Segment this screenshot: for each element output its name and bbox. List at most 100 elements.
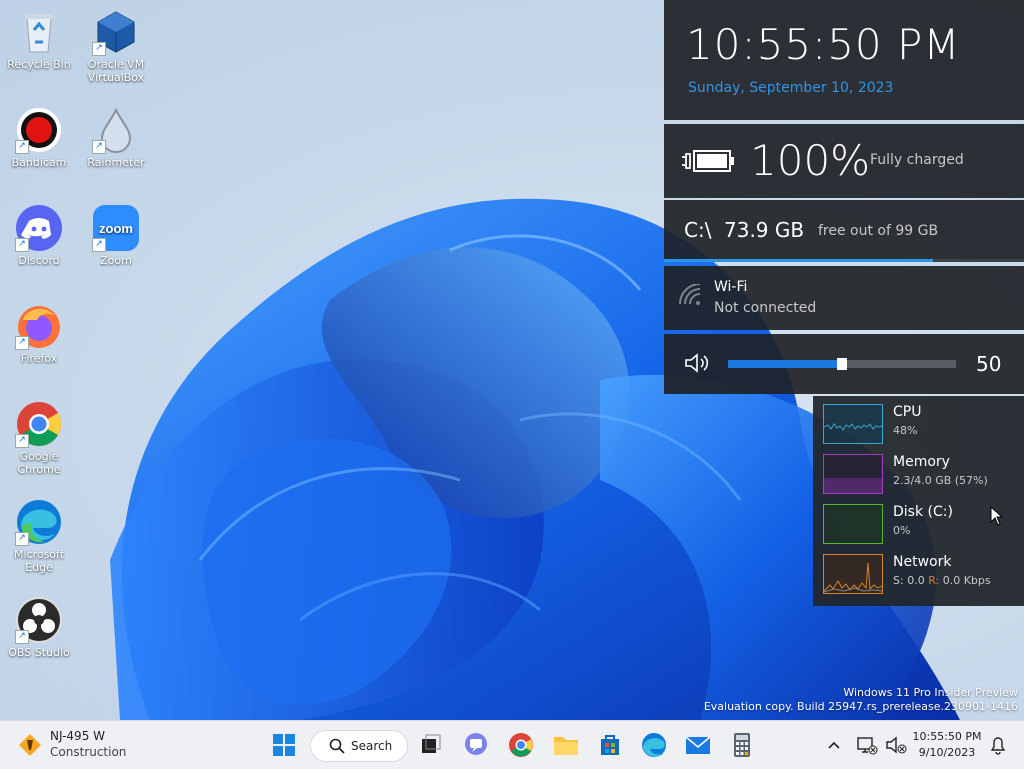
network-label: Network — [893, 554, 952, 570]
volume-tray-button[interactable] — [880, 729, 912, 761]
windows-watermark: Windows 11 Pro Insider Preview Evaluatio… — [704, 686, 1018, 714]
weather-widget[interactable]: NJ-495 W Construction — [18, 729, 158, 761]
disk-drive-label: C:\ — [684, 218, 712, 242]
disk-widget: C:\ 73.9 GB free out of 99 GB — [664, 200, 1024, 262]
disk-usage-bar — [664, 259, 1024, 262]
mouse-cursor-icon — [990, 506, 1004, 526]
network-recv-label: R: — [928, 574, 940, 587]
memory-label: Memory — [893, 454, 950, 470]
bandicam-icon: ↗ — [15, 106, 63, 154]
desktop-icon-rainmeter[interactable]: ↗ Rainmeter — [77, 106, 155, 169]
taskbar: NJ-495 W Construction Search 10:55:50 PM… — [0, 720, 1024, 769]
bell-icon — [990, 737, 1006, 755]
disk-total-text: free out of 99 GB — [818, 223, 939, 239]
discord-icon: ↗ — [15, 204, 63, 252]
shortcut-arrow-icon: ↗ — [15, 140, 29, 154]
mail-button[interactable] — [682, 729, 714, 761]
battery-status: Fully charged — [870, 152, 964, 168]
system-item-network[interactable]: Network S: 0.0 R: 0.0 Kbps — [823, 554, 1023, 600]
speaker-muted-icon — [886, 736, 907, 754]
desktop-icon-virtualbox[interactable]: ↗ Oracle VM VirtualBox — [77, 8, 155, 84]
desktop-icon-label: Discord — [18, 254, 60, 267]
shortcut-arrow-icon: ↗ — [92, 42, 106, 56]
search-label: Search — [351, 739, 393, 753]
desktop-icon-bandicam[interactable]: ↗ Bandicam — [0, 106, 78, 169]
clock-date: Sunday, September 10, 2023 — [688, 80, 894, 96]
disk-free-space: 73.9 GB — [724, 218, 805, 242]
desktop-icon-label: Rainmeter — [87, 156, 145, 169]
edge-icon: ↗ — [15, 498, 63, 546]
volume-slider-thumb[interactable] — [837, 358, 847, 370]
system-item-cpu[interactable]: CPU 48% — [823, 404, 1023, 450]
shortcut-arrow-icon: ↗ — [15, 336, 29, 350]
desktop-icon-edge[interactable]: ↗ Microsoft Edge — [0, 498, 78, 574]
shortcut-arrow-icon: ↗ — [15, 434, 29, 448]
desktop-icon-label: OBS Studio — [8, 646, 70, 659]
store-icon — [601, 735, 619, 755]
calculator-button[interactable] — [726, 729, 758, 761]
microsoft-store-button[interactable] — [594, 729, 626, 761]
cpu-value: 48% — [893, 424, 918, 437]
taskbar-search[interactable]: Search — [310, 730, 408, 762]
weather-title: NJ-495 W — [50, 729, 106, 743]
taskbar-chrome-button[interactable] — [505, 729, 537, 761]
wifi-icon — [679, 284, 701, 305]
network-send-label: S: — [893, 574, 904, 587]
speaker-icon[interactable] — [684, 352, 712, 374]
volume-widget: 50 — [664, 334, 1024, 394]
start-button[interactable] — [268, 729, 300, 761]
system-item-memory[interactable]: Memory 2.3/4.0 GB (57%) — [823, 454, 1023, 500]
teams-chat-button[interactable] — [460, 729, 492, 761]
disk-graph — [823, 504, 883, 544]
system-monitor-widget: CPU 48% Memory 2.3/4.0 GB (57%) Disk (C:… — [813, 396, 1024, 606]
rainmeter-drop-icon: ↗ — [92, 106, 140, 154]
desktop-icon-chrome[interactable]: ↗ Google Chrome — [0, 400, 78, 476]
traffic-warning-icon — [19, 734, 41, 756]
desktop-icon-firefox[interactable]: ↗ Firefox — [0, 302, 78, 365]
taskbar-clock-time[interactable]: 10:55:50 PM — [912, 730, 982, 743]
desktop-icon-recycle-bin[interactable]: Recycle Bin — [0, 8, 78, 71]
desktop-icon-label: Firefox — [20, 352, 58, 365]
shortcut-arrow-icon: ↗ — [15, 532, 29, 546]
file-explorer-button[interactable] — [550, 729, 582, 761]
taskbar-clock-date[interactable]: 9/10/2023 — [912, 746, 982, 759]
calculator-icon — [734, 733, 750, 757]
mail-icon — [685, 736, 711, 754]
volume-slider[interactable] — [728, 358, 956, 370]
battery-plug-icon — [682, 150, 734, 172]
network-monitor-icon — [857, 737, 878, 755]
shortcut-arrow-icon: ↗ — [92, 140, 106, 154]
desktop-icon-discord[interactable]: ↗ Discord — [0, 204, 78, 267]
wifi-widget: Wi-Fi Not connected — [664, 266, 1024, 330]
network-value: S: 0.0 R: 0.0 Kbps — [893, 574, 991, 587]
desktop-icon-obs-studio[interactable]: ↗ OBS Studio — [0, 596, 78, 659]
network-graph — [823, 554, 883, 594]
recycle-bin-icon — [15, 8, 63, 56]
cpu-graph — [823, 404, 883, 444]
wifi-status: Not connected — [714, 300, 817, 316]
obs-studio-icon: ↗ — [15, 596, 63, 644]
show-hidden-icons-button[interactable] — [818, 729, 850, 761]
desktop-icon-zoom[interactable]: zoom ↗ Zoom — [77, 204, 155, 267]
weather-subtitle: Construction — [50, 745, 127, 759]
memory-value: 2.3/4.0 GB (57%) — [893, 474, 988, 487]
clock-time: 10:55:50 PM — [686, 20, 961, 69]
shortcut-arrow-icon: ↗ — [15, 238, 29, 252]
chat-icon — [465, 733, 487, 755]
taskbar-edge-button[interactable] — [638, 729, 670, 761]
chrome-icon: ↗ — [15, 400, 63, 448]
battery-widget: 100% Fully charged — [664, 124, 1024, 198]
network-tray-button[interactable] — [850, 729, 882, 761]
zoom-logo-text: zoom — [99, 221, 133, 236]
watermark-line-1: Windows 11 Pro Insider Preview — [843, 686, 1018, 699]
folder-icon — [554, 737, 578, 755]
desktop-icon-label: Bandicam — [11, 156, 67, 169]
search-icon — [329, 738, 345, 754]
zoom-icon: zoom ↗ — [92, 204, 140, 252]
task-view-button[interactable] — [414, 729, 446, 761]
task-view-icon — [422, 734, 441, 753]
disk-value: 0% — [893, 524, 911, 537]
notifications-button[interactable] — [982, 729, 1014, 761]
virtualbox-icon: ↗ — [92, 8, 140, 56]
desktop-icon-label: Zoom — [100, 254, 132, 267]
